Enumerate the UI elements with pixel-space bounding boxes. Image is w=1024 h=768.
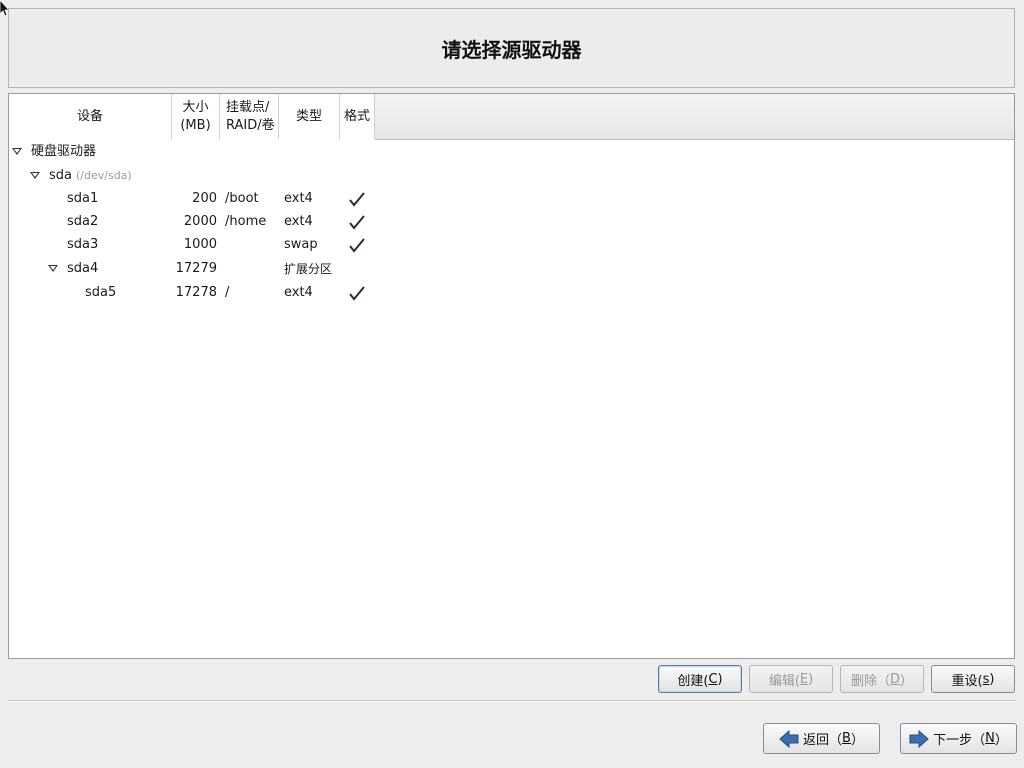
partition-size: 2000 — [183, 214, 217, 229]
disk-label: sda (/dev/sda) — [49, 165, 132, 187]
partition-name: sda5 — [85, 285, 117, 300]
footer-separator — [8, 700, 1016, 702]
partition-name: sda3 — [67, 237, 99, 252]
button-label-suffix: ) — [989, 671, 995, 687]
partition-type: ext4 — [284, 285, 313, 300]
partition-type: swap — [284, 237, 318, 252]
button-label: 重设( — [951, 673, 983, 689]
partition-size: 17279 — [175, 261, 217, 276]
button-label: 创建( — [677, 673, 709, 689]
partition-tree[interactable]: 设备 大小 (MB) 挂载点/ RAID/卷 类型 格式 硬盘驱动器 sda (/… — [8, 93, 1015, 659]
tree-row-group[interactable]: 硬盘驱动器 — [9, 141, 1014, 163]
column-header-label: 大小 (MB) — [180, 99, 210, 135]
arrow-right-icon — [909, 729, 929, 748]
partition-mount: / — [225, 285, 230, 300]
mnemonic-key: s — [982, 671, 990, 687]
button-label-suffix: ) — [808, 671, 814, 687]
partition-row[interactable]: sda2 2000 /home ext4 — [9, 211, 1014, 233]
partition-size: 1000 — [183, 237, 217, 252]
button-label: 删除（ — [850, 673, 890, 689]
expander-expanded-icon[interactable] — [30, 172, 40, 179]
disk-path: (/dev/sda) — [76, 169, 132, 182]
edit-button[interactable]: 编辑(E) — [749, 665, 833, 693]
column-header-format[interactable]: 格式 — [340, 94, 375, 139]
button-label-suffix: ) — [717, 671, 723, 687]
partition-row-extended[interactable]: sda4 17279 扩展分区 — [9, 258, 1014, 280]
page-header: 请选择源驱动器 — [8, 8, 1015, 88]
column-header-label: 挂载点/ RAID/卷 — [226, 99, 275, 135]
button-label: 下一步（ — [933, 733, 986, 748]
column-header-type[interactable]: 类型 — [279, 94, 340, 139]
partition-name: sda2 — [67, 214, 99, 229]
partition-row[interactable]: sda1 200 /boot ext4 — [9, 188, 1014, 210]
format-check-icon — [349, 286, 365, 301]
column-header-device[interactable]: 设备 — [9, 94, 172, 139]
button-label: 返回（ — [803, 733, 843, 748]
column-header-label: 格式 — [343, 108, 370, 124]
expander-expanded-icon[interactable] — [48, 265, 58, 272]
mnemonic-key: B — [842, 731, 851, 746]
page-title: 请选择源驱动器 — [441, 37, 582, 62]
partition-name: sda1 — [67, 191, 99, 206]
partition-type: 扩展分区 — [284, 262, 333, 276]
partition-type: ext4 — [284, 191, 313, 206]
partition-row[interactable]: sda5 17278 / ext4 — [9, 282, 1014, 304]
partition-size: 200 — [192, 191, 217, 206]
column-header-mount[interactable]: 挂载点/ RAID/卷 — [220, 94, 279, 139]
format-check-icon — [349, 238, 365, 253]
column-header-line: RAID/卷 — [226, 117, 275, 133]
reset-button[interactable]: 重设(s) — [931, 665, 1015, 693]
back-button[interactable]: 返回（ B） — [763, 723, 880, 754]
delete-button[interactable]: 删除（ D） — [840, 665, 924, 693]
disk-name: sda — [49, 168, 72, 183]
button-label: 编辑( — [768, 673, 800, 689]
mnemonic-key: N — [985, 731, 995, 746]
partition-name: sda4 — [67, 261, 99, 276]
mnemonic-key: E — [799, 671, 809, 687]
button-label-suffix: ） — [994, 733, 1008, 748]
column-header-label: 设备 — [76, 108, 103, 124]
mnemonic-key: D — [889, 671, 900, 687]
column-header-filler — [375, 94, 1014, 140]
tree-row-disk[interactable]: sda (/dev/sda) — [9, 165, 1014, 187]
format-check-icon — [349, 215, 365, 230]
column-header-size[interactable]: 大小 (MB) — [172, 94, 220, 139]
next-button[interactable]: 下一步（ N） — [900, 723, 1017, 754]
button-label-suffix: ） — [900, 673, 914, 689]
arrow-left-icon — [779, 729, 799, 748]
partition-mount: /home — [225, 214, 267, 229]
mnemonic-key: C — [708, 671, 718, 687]
partition-row[interactable]: sda3 1000 swap — [9, 234, 1014, 256]
group-label: 硬盘驱动器 — [31, 144, 97, 159]
partition-type: ext4 — [284, 214, 313, 229]
partition-mount: /boot — [225, 191, 259, 206]
column-header-label: 类型 — [295, 108, 322, 124]
format-check-icon — [349, 192, 365, 207]
partition-size: 17278 — [175, 285, 217, 300]
button-label-suffix: ） — [850, 733, 864, 748]
column-header-line: 大小 — [182, 99, 209, 115]
create-button[interactable]: 创建(C) — [658, 665, 742, 693]
column-header-line: 挂载点/ — [226, 99, 270, 115]
column-header-line: (MB) — [180, 117, 211, 133]
expander-expanded-icon[interactable] — [12, 148, 22, 155]
